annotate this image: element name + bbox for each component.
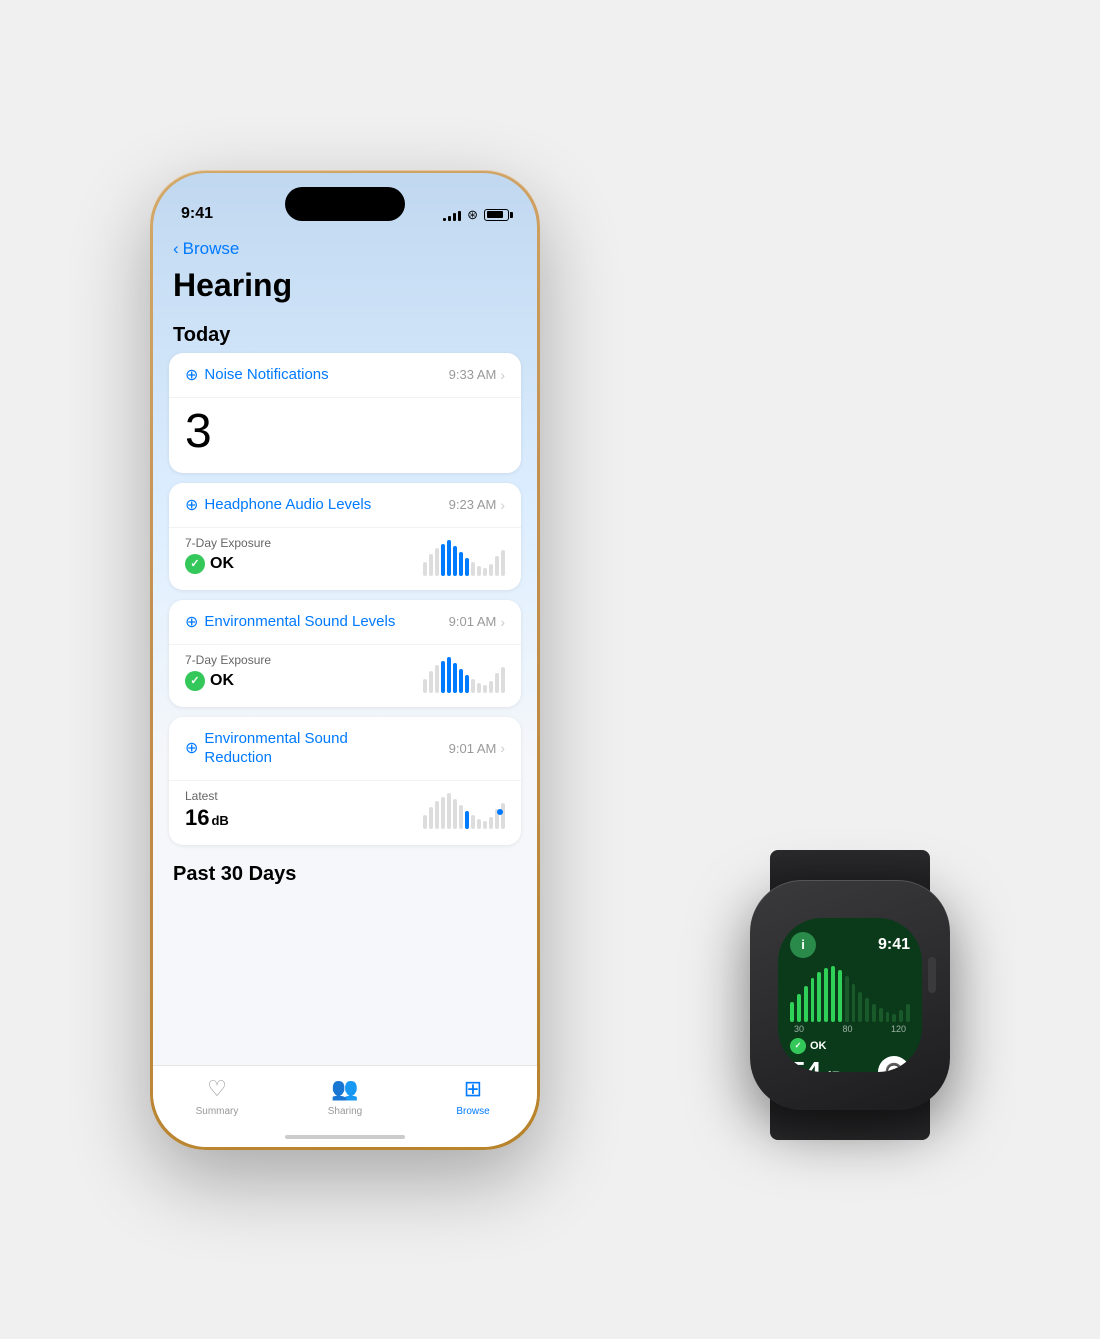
today-section-header: Today <box>153 316 537 353</box>
env-reduction-body: Latest 16 dB <box>169 781 521 845</box>
past30-section-header: Past 30 Days <box>153 855 537 892</box>
watch-sound-bars <box>790 966 910 1022</box>
env-reduction-unit: dB <box>211 813 228 828</box>
watch-db-row: 54 dB 🎧 <box>790 1056 910 1072</box>
env-sound-ok-text: OK <box>210 672 234 690</box>
watch-db-unit: dB <box>823 1068 842 1072</box>
env-reduction-title: Environmental Sound Reduction <box>204 729 404 768</box>
status-icons: ⊛ <box>443 207 509 223</box>
summary-tab-label: Summary <box>196 1106 239 1117</box>
headphone-sound-bars <box>423 536 505 576</box>
env-reduction-title-row: ⊕ Environmental Sound Reduction <box>185 729 404 768</box>
status-time: 9:41 <box>181 205 213 223</box>
watch-ok-icon: ✓ <box>790 1038 806 1054</box>
browse-tab-label: Browse <box>456 1106 489 1117</box>
watch-airpods-icon: 🎧 <box>878 1056 910 1072</box>
headphone-audio-card: ⊕ Headphone Audio Levels 9:23 AM › 7-Day… <box>169 483 521 590</box>
env-reduction-bars <box>423 789 505 829</box>
browse-grid-icon: ⊞ <box>464 1076 482 1102</box>
battery-icon <box>484 209 509 221</box>
noise-notifications-title-row: ⊕ Noise Notifications <box>185 365 329 385</box>
chevron-right-icon-1: › <box>500 367 505 383</box>
ear-icon-4: ⊕ <box>185 738 198 758</box>
env-sound-reduction-card: ⊕ Environmental Sound Reduction 9:01 AM … <box>169 717 521 845</box>
watch-crown <box>928 957 936 993</box>
wifi-icon: ⊛ <box>467 207 478 223</box>
headphone-ok-icon: ✓ <box>185 554 205 574</box>
dynamic-island <box>285 187 405 221</box>
env-reduction-value-info: Latest 16 dB <box>185 789 229 831</box>
env-sound-exposure-info: 7-Day Exposure ✓ OK <box>185 653 271 691</box>
watch-scale-low: 30 <box>794 1024 804 1034</box>
headphone-exposure-label: 7-Day Exposure <box>185 536 271 550</box>
home-indicator <box>285 1135 405 1139</box>
noise-notifications-header-row[interactable]: ⊕ Noise Notifications 9:33 AM › <box>169 353 521 398</box>
bar1 <box>443 218 446 221</box>
ear-icon-3: ⊕ <box>185 612 198 632</box>
watch-screen: i 9:41 30 80 120 ✓ OK <box>778 918 922 1072</box>
app-content: ‹ Browse Hearing Today ⊕ Noise Notificat… <box>153 231 537 1147</box>
watch-scale-mid: 80 <box>842 1024 852 1034</box>
env-reduction-time: 9:01 AM › <box>449 740 505 756</box>
summary-heart-icon: ♡ <box>207 1076 227 1102</box>
apple-watch: i 9:41 30 80 120 ✓ OK <box>730 850 970 1140</box>
tab-browse[interactable]: ⊞ Browse <box>409 1076 537 1117</box>
watch-ok-row: ✓ OK <box>790 1038 910 1054</box>
noise-count-value: 3 <box>169 398 521 473</box>
env-sound-exposure-label: 7-Day Exposure <box>185 653 271 667</box>
chevron-right-icon-2: › <box>500 497 505 513</box>
ear-icon-1: ⊕ <box>185 365 198 385</box>
tab-sharing[interactable]: 👥 Sharing <box>281 1076 409 1117</box>
back-label: Browse <box>183 239 240 259</box>
ear-icon-2: ⊕ <box>185 495 198 515</box>
chevron-right-icon-4: › <box>500 740 505 756</box>
bar2 <box>448 216 451 221</box>
back-navigation[interactable]: ‹ Browse <box>153 231 537 263</box>
watch-top-row: i 9:41 <box>790 932 910 958</box>
noise-notifications-time: 9:33 AM › <box>449 367 505 383</box>
bar4 <box>458 211 461 221</box>
headphone-exposure-info: 7-Day Exposure ✓ OK <box>185 536 271 574</box>
env-sound-ok-icon: ✓ <box>185 671 205 691</box>
headphone-ok-badge: ✓ OK <box>185 554 271 574</box>
environmental-sound-body: 7-Day Exposure ✓ OK <box>169 645 521 707</box>
environmental-sound-header-row[interactable]: ⊕ Environmental Sound Levels 9:01 AM › <box>169 600 521 645</box>
page-title: Hearing <box>153 263 537 316</box>
env-reduction-latest-label: Latest <box>185 789 229 803</box>
watch-ok-text: OK <box>810 1040 827 1052</box>
signal-bars-icon <box>443 209 461 221</box>
headphone-audio-time: 9:23 AM › <box>449 497 505 513</box>
watch-body: i 9:41 30 80 120 ✓ OK <box>750 880 950 1110</box>
watch-info-button[interactable]: i <box>790 932 816 958</box>
back-chevron-icon: ‹ <box>173 239 179 259</box>
headphone-audio-header-row[interactable]: ⊕ Headphone Audio Levels 9:23 AM › <box>169 483 521 528</box>
env-reduction-header-row[interactable]: ⊕ Environmental Sound Reduction 9:01 AM … <box>169 717 521 781</box>
env-reduction-value: 16 dB <box>185 805 229 831</box>
iphone: 9:41 ⊛ ‹ <box>150 170 540 1150</box>
environmental-sound-title: Environmental Sound Levels <box>204 613 395 630</box>
headphone-ok-text: OK <box>210 555 234 573</box>
environmental-sound-time: 9:01 AM › <box>449 614 505 630</box>
headphone-audio-title-row: ⊕ Headphone Audio Levels <box>185 495 371 515</box>
watch-time: 9:41 <box>878 936 910 954</box>
sharing-tab-label: Sharing <box>328 1106 362 1117</box>
headphone-audio-title: Headphone Audio Levels <box>204 496 371 513</box>
env-sound-bars <box>423 653 505 693</box>
headphone-audio-body: 7-Day Exposure ✓ OK <box>169 528 521 590</box>
environmental-sound-title-row: ⊕ Environmental Sound Levels <box>185 612 395 632</box>
noise-notifications-title: Noise Notifications <box>204 366 328 383</box>
watch-db-value: 54 dB <box>790 1056 842 1072</box>
env-sound-ok-badge: ✓ OK <box>185 671 271 691</box>
chevron-right-icon-3: › <box>500 614 505 630</box>
noise-notifications-card: ⊕ Noise Notifications 9:33 AM › 3 <box>169 353 521 473</box>
battery-fill <box>487 211 503 218</box>
watch-scale: 30 80 120 <box>790 1024 910 1034</box>
tab-bar: ♡ Summary 👥 Sharing ⊞ Browse <box>153 1065 537 1147</box>
tab-summary[interactable]: ♡ Summary <box>153 1076 281 1117</box>
bar3 <box>453 213 456 221</box>
environmental-sound-card: ⊕ Environmental Sound Levels 9:01 AM › 7… <box>169 600 521 707</box>
watch-scale-high: 120 <box>891 1024 906 1034</box>
sharing-people-icon: 👥 <box>331 1076 358 1102</box>
